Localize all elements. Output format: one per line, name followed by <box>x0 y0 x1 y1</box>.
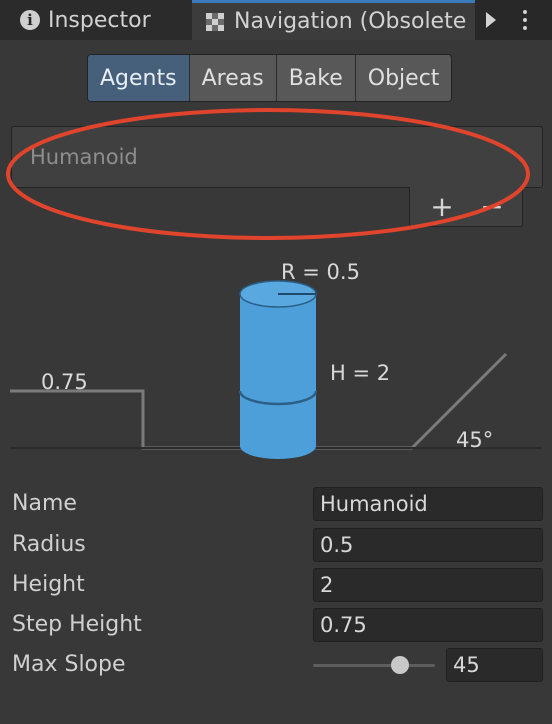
max-slope-label: Max Slope <box>12 652 126 677</box>
step-height-row: Step Height <box>0 608 552 642</box>
agent-cylinder-body <box>240 294 316 446</box>
height-label-field: Height <box>12 572 85 597</box>
height-row: Height <box>0 568 552 602</box>
info-icon: i <box>20 10 40 30</box>
step-height-field[interactable] <box>313 608 543 642</box>
max-slope-slider-track[interactable] <box>313 664 435 667</box>
agent-cylinder-bottom <box>240 433 316 459</box>
bake-button[interactable]: Bake <box>276 55 356 101</box>
name-field[interactable] <box>313 487 543 521</box>
navigation-icon <box>204 11 226 33</box>
agent-diagram: R = 0.5 H = 2 0.75 45° <box>10 260 542 459</box>
object-button[interactable]: Object <box>355 55 452 101</box>
kebab-menu-icon[interactable] <box>512 0 538 40</box>
max-slope-row: Max Slope <box>0 648 552 682</box>
list-item-humanoid[interactable]: Humanoid <box>30 145 138 169</box>
tab-navigation[interactable]: Navigation (Obsolete <box>192 0 475 40</box>
max-slope-field[interactable] <box>446 648 543 682</box>
radius-field[interactable] <box>313 528 543 562</box>
max-slope-slider-handle[interactable] <box>391 656 409 674</box>
tab-inspector-label: Inspector <box>48 7 151 33</box>
navigation-mode-toolbar: Agents Areas Bake Object <box>87 54 453 102</box>
height-field[interactable] <box>313 568 543 602</box>
step-height-label-field: Step Height <box>12 612 142 637</box>
tab-navigation-label: Navigation (Obsolete <box>234 9 467 34</box>
radius-row: Radius <box>0 528 552 562</box>
height-label: H = 2 <box>330 361 390 385</box>
radius-label: R = 0.5 <box>281 260 360 284</box>
tab-bar: i Inspector Navigation (Obsolete <box>0 0 552 40</box>
step-height-label: 0.75 <box>41 370 88 394</box>
add-agent-button[interactable]: + <box>422 189 462 223</box>
agent-type-list: Humanoid <box>11 126 543 188</box>
slope-label: 45° <box>456 428 493 452</box>
name-row: Name <box>0 487 552 521</box>
radius-label-field: Radius <box>12 532 86 557</box>
name-label: Name <box>12 491 77 516</box>
tab-overflow-arrow-icon[interactable] <box>480 0 502 40</box>
list-footer: + − <box>409 187 523 227</box>
remove-agent-button[interactable]: − <box>472 189 512 223</box>
tab-inspector[interactable]: i Inspector <box>0 0 192 40</box>
agents-button[interactable]: Agents <box>88 55 190 101</box>
areas-button[interactable]: Areas <box>189 55 277 101</box>
